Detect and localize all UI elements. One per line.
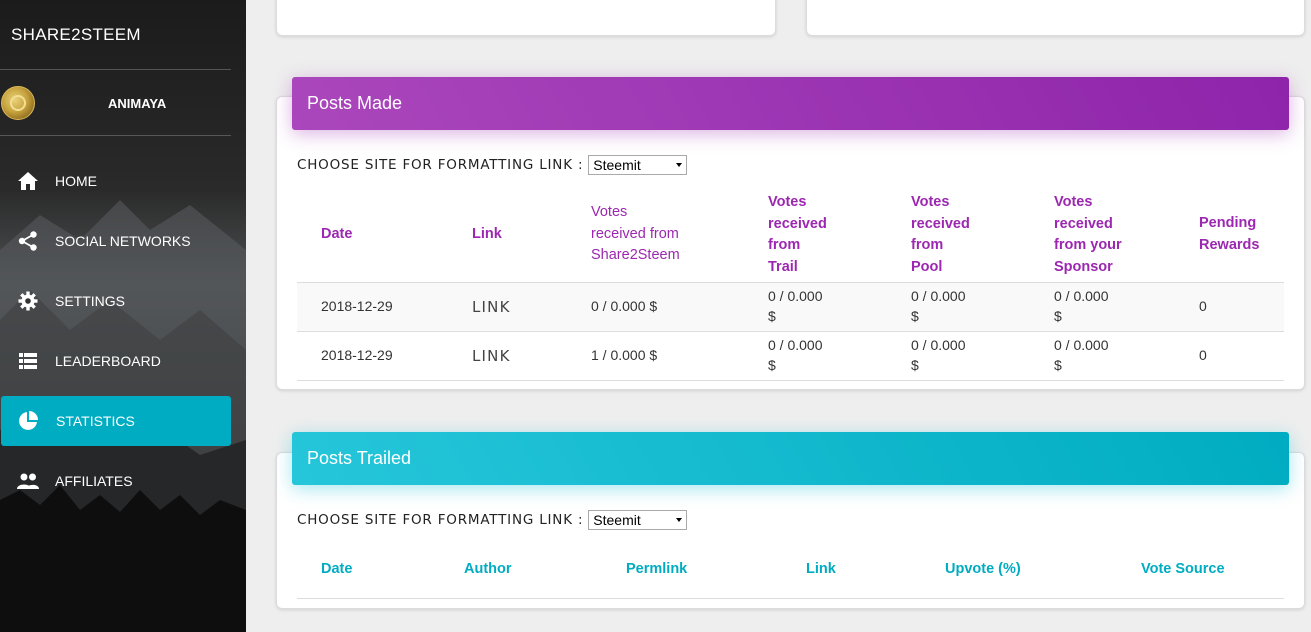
column-header-votes-pool[interactable]: Votes received from Pool [911,192,970,278]
cell-pending-rewards: 0 [1199,347,1207,363]
cell-votes-sponsor: 0 / 0.000 $ [1054,335,1109,375]
header-line: from your [1054,237,1122,253]
cell-votes-trail: 0 / 0.000 $ [768,335,823,375]
column-header-link[interactable]: Link [806,559,836,581]
sidebar-item-label: SETTINGS [55,293,126,309]
cell-line: 0 / 0.000 [911,337,966,353]
sidebar-item-affiliates[interactable]: AFFILIATES [0,456,231,506]
column-header-upvote[interactable]: Upvote (%) [945,559,1021,581]
sidebar-item-leaderboard[interactable]: LEADERBOARD [0,336,231,386]
header-line: received [911,215,970,232]
posts-made-header: Posts Made [292,77,1289,130]
people-icon [17,470,39,492]
header-line: received from [591,225,679,242]
column-header-author[interactable]: Author [464,559,512,581]
table-divider [297,380,1284,381]
cell-line: $ [911,308,919,324]
header-line: from [911,237,944,253]
list-icon [17,350,39,372]
header-line: Pending [1199,215,1257,231]
cell-votes-share2steem: 1 / 0.000 $ [591,347,658,363]
header-line: received [768,215,827,232]
column-header-vote-source[interactable]: Vote Source [1141,559,1225,581]
table-divider [297,598,1284,599]
cell-line: $ [1054,357,1062,373]
header-line: Votes [911,194,950,210]
brand-title[interactable]: SHARE2STEEM [11,25,141,45]
header-line: Share2Steem [591,247,680,263]
gear-icon [17,290,39,312]
sidebar-item-label: HOME [55,173,97,189]
cell-line: 0 / 0.000 [1054,288,1109,304]
pie-chart-icon [17,410,39,432]
home-icon [17,170,39,192]
share-icon [17,230,39,252]
header-line: Pool [911,258,943,275]
cell-votes-pool: 0 / 0.000 $ [911,335,966,375]
username[interactable]: ANIMAYA [108,96,166,111]
sidebar-divider [0,69,231,70]
posts-made-site-chooser: CHOOSE SITE FOR FORMATTING LINK : Steemi… [297,155,688,175]
post-link[interactable]: LINK [472,297,511,317]
site-select-value: Steemit [593,157,641,173]
site-select-value: Steemit [593,512,641,528]
posts-trailed-site-chooser: CHOOSE SITE FOR FORMATTING LINK : Steemi… [297,510,688,530]
cell-votes-trail: 0 / 0.000 $ [768,286,823,326]
column-header-votes-sponsor[interactable]: Votes received from your Sponsor [1054,192,1122,278]
choose-site-label: CHOOSE SITE FOR FORMATTING LINK : [297,512,584,528]
header-line: Sponsor [1054,258,1113,275]
column-header-permlink[interactable]: Permlink [626,559,687,581]
choose-site-label: CHOOSE SITE FOR FORMATTING LINK : [297,157,584,173]
cell-date: 2018-12-29 [321,298,393,314]
sidebar-item-label: AFFILIATES [55,473,133,489]
posts-made-title: Posts Made [307,93,403,113]
cell-votes-sponsor: 0 / 0.000 $ [1054,286,1109,326]
chevron-down-icon [676,163,683,167]
top-card-right [806,0,1305,36]
column-header-date[interactable]: Date [321,224,352,246]
sidebar-item-statistics[interactable]: STATISTICS [1,396,231,446]
header-line: Rewards [1199,236,1260,253]
column-header-link[interactable]: Link [472,224,502,246]
site-select[interactable]: Steemit [588,510,688,530]
header-line: from [768,237,801,253]
cell-line: 0 / 0.000 [768,288,823,304]
column-header-votes-trail[interactable]: Votes received from Trail [768,192,827,278]
column-header-votes-share2steem[interactable]: Votes received from Share2Steem [591,202,680,267]
cell-line: $ [1054,308,1062,324]
column-header-date[interactable]: Date [321,559,352,581]
header-line: Votes [768,194,807,210]
sidebar-item-home[interactable]: HOME [0,156,231,206]
table-divider [297,331,1284,332]
avatar[interactable] [1,86,35,120]
site-select[interactable]: Steemit [588,155,688,175]
cell-votes-share2steem: 0 / 0.000 $ [591,298,658,314]
sidebar-divider [0,135,231,136]
posts-trailed-title: Posts Trailed [307,448,412,468]
header-line: Trail [768,258,798,275]
sidebar-item-label: SOCIAL NETWORKS [55,233,191,249]
cell-votes-pool: 0 / 0.000 $ [911,286,966,326]
cell-pending-rewards: 0 [1199,298,1207,314]
sidebar-item-label: LEADERBOARD [55,353,161,369]
posts-trailed-header: Posts Trailed [292,432,1289,485]
cell-line: $ [768,308,776,324]
top-card-left [276,0,776,36]
cell-line: 0 / 0.000 [911,288,966,304]
chevron-down-icon [676,518,683,522]
header-line: Votes [1054,194,1093,210]
cell-line: $ [768,357,776,373]
cell-line: 0 / 0.000 [1054,337,1109,353]
cell-date: 2018-12-29 [321,347,393,363]
sidebar-item-settings[interactable]: SETTINGS [0,276,231,326]
sidebar: SHARE2STEEM ANIMAYA HOME SOCIAL NETWORKS… [0,0,246,632]
sidebar-item-social-networks[interactable]: SOCIAL NETWORKS [0,216,231,266]
column-header-pending-rewards[interactable]: Pending Rewards [1199,213,1259,256]
sidebar-item-label: STATISTICS [56,413,135,429]
post-link[interactable]: LINK [472,346,511,366]
header-line: received [1054,215,1113,232]
header-line: Votes [591,204,628,220]
cell-line: 0 / 0.000 [768,337,823,353]
cell-line: $ [911,357,919,373]
